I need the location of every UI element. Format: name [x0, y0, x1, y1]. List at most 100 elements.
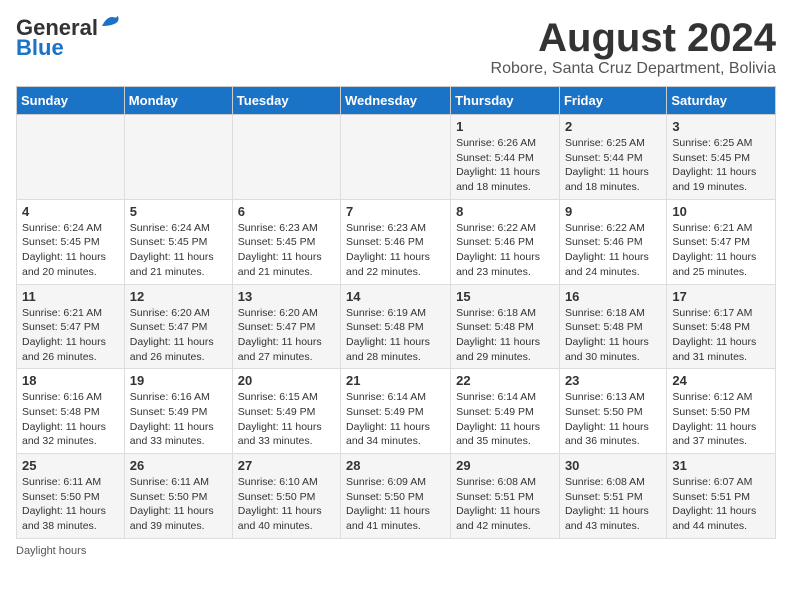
- day-number: 27: [238, 458, 335, 473]
- day-info: Sunrise: 6:24 AM Sunset: 5:45 PM Dayligh…: [130, 221, 227, 280]
- calendar-day-cell: 30Sunrise: 6:08 AM Sunset: 5:51 PM Dayli…: [559, 454, 666, 539]
- logo-bird-icon: [100, 12, 122, 30]
- logo-blue: Blue: [16, 37, 64, 59]
- day-number: 25: [22, 458, 119, 473]
- day-number: 3: [672, 119, 770, 134]
- calendar-day-cell: 23 Sunrise: 6:13 AM Sunset: 5:50 PM Dayli…: [559, 369, 666, 454]
- calendar-day-cell: 11 Sunrise: 6:21 AM Sunset: 5:47 PM Dayli…: [17, 284, 125, 369]
- calendar-day-cell: 10 Sunrise: 6:21 AM Sunset: 5:47 PM Dayli…: [667, 199, 776, 284]
- day-number: 2: [565, 119, 661, 134]
- calendar-day-cell: 31 Sunrise: 6:07 AM Sunset: 5:51 PM Dayli…: [667, 454, 776, 539]
- calendar-day-cell: 28 Sunrise: 6:09 AM Sunset: 5:50 PM Dayli…: [341, 454, 451, 539]
- calendar-day-cell: 26 Sunrise: 6:11 AM Sunset: 5:50 PM Dayli…: [124, 454, 232, 539]
- day-info: Sunrise: 6:07 AM Sunset: 5:51 PM Dayligh…: [672, 475, 770, 534]
- day-number: 26: [130, 458, 227, 473]
- calendar-day-cell: 16 Sunrise: 6:18 AM Sunset: 5:48 PM Dayli…: [559, 284, 666, 369]
- calendar-day-cell: 18 Sunrise: 6:16 AM Sunset: 5:48 PM Dayli…: [17, 369, 125, 454]
- day-info: Sunrise: 6:15 AM Sunset: 5:49 PM Dayligh…: [238, 390, 335, 449]
- calendar-day-cell: 29 Sunrise: 6:08 AM Sunset: 5:51 PM Dayli…: [451, 454, 560, 539]
- day-info: Sunrise: 6:21 AM Sunset: 5:47 PM Dayligh…: [672, 221, 770, 280]
- weekday-header-cell: Tuesday: [232, 87, 340, 115]
- logo: General Blue: [16, 16, 122, 59]
- day-number: 11: [22, 289, 119, 304]
- calendar-day-cell: 24Sunrise: 6:12 AM Sunset: 5:50 PM Dayli…: [667, 369, 776, 454]
- day-number: 5: [130, 204, 227, 219]
- day-number: 6: [238, 204, 335, 219]
- calendar-day-cell: 3 Sunrise: 6:25 AM Sunset: 5:45 PM Daylig…: [667, 115, 776, 200]
- calendar-week-row: 4Sunrise: 6:24 AM Sunset: 5:45 PM Daylig…: [17, 199, 776, 284]
- day-info: Sunrise: 6:12 AM Sunset: 5:50 PM Dayligh…: [672, 390, 770, 449]
- day-number: 9: [565, 204, 661, 219]
- calendar-day-cell: 15 Sunrise: 6:18 AM Sunset: 5:48 PM Dayli…: [451, 284, 560, 369]
- day-info: Sunrise: 6:20 AM Sunset: 5:47 PM Dayligh…: [130, 306, 227, 365]
- calendar-day-cell: 5 Sunrise: 6:24 AM Sunset: 5:45 PM Daylig…: [124, 199, 232, 284]
- day-info: Sunrise: 6:25 AM Sunset: 5:45 PM Dayligh…: [672, 136, 770, 195]
- day-number: 8: [456, 204, 554, 219]
- calendar-week-row: 11 Sunrise: 6:21 AM Sunset: 5:47 PM Dayli…: [17, 284, 776, 369]
- calendar-week-row: 18 Sunrise: 6:16 AM Sunset: 5:48 PM Dayli…: [17, 369, 776, 454]
- day-info: Sunrise: 6:20 AM Sunset: 5:47 PM Dayligh…: [238, 306, 335, 365]
- day-number: 15: [456, 289, 554, 304]
- calendar-day-cell: 19 Sunrise: 6:16 AM Sunset: 5:49 PM Dayli…: [124, 369, 232, 454]
- day-number: 22: [456, 373, 554, 388]
- day-number: 21: [346, 373, 445, 388]
- calendar-day-cell: 9Sunrise: 6:22 AM Sunset: 5:46 PM Daylig…: [559, 199, 666, 284]
- day-info: Sunrise: 6:18 AM Sunset: 5:48 PM Dayligh…: [565, 306, 661, 365]
- day-info: Sunrise: 6:14 AM Sunset: 5:49 PM Dayligh…: [346, 390, 445, 449]
- calendar-day-cell: 25Sunrise: 6:11 AM Sunset: 5:50 PM Dayli…: [17, 454, 125, 539]
- header: General Blue August 2024 Robore, Santa C…: [16, 16, 776, 78]
- day-info: Sunrise: 6:11 AM Sunset: 5:50 PM Dayligh…: [130, 475, 227, 534]
- day-number: 28: [346, 458, 445, 473]
- day-info: Sunrise: 6:16 AM Sunset: 5:48 PM Dayligh…: [22, 390, 119, 449]
- calendar-day-cell: 4Sunrise: 6:24 AM Sunset: 5:45 PM Daylig…: [17, 199, 125, 284]
- calendar-day-cell: 2 Sunrise: 6:25 AM Sunset: 5:44 PM Daylig…: [559, 115, 666, 200]
- day-info: Sunrise: 6:24 AM Sunset: 5:45 PM Dayligh…: [22, 221, 119, 280]
- calendar-day-cell: 20Sunrise: 6:15 AM Sunset: 5:49 PM Dayli…: [232, 369, 340, 454]
- weekday-header-cell: Saturday: [667, 87, 776, 115]
- day-info: Sunrise: 6:16 AM Sunset: 5:49 PM Dayligh…: [130, 390, 227, 449]
- calendar-table: SundayMondayTuesdayWednesdayThursdayFrid…: [16, 86, 776, 539]
- calendar-day-cell: 21 Sunrise: 6:14 AM Sunset: 5:49 PM Dayli…: [341, 369, 451, 454]
- day-info: Sunrise: 6:08 AM Sunset: 5:51 PM Dayligh…: [456, 475, 554, 534]
- calendar-week-row: 25 Sunrise: 6:11 AM Sunset: 5:50 PM Dayli…: [17, 454, 776, 539]
- calendar-day-cell: 12Sunrise: 6:20 AM Sunset: 5:47 PM Dayli…: [124, 284, 232, 369]
- day-number: 14: [346, 289, 445, 304]
- calendar-day-cell: [124, 115, 232, 200]
- weekday-header-cell: Monday: [124, 87, 232, 115]
- calendar-day-cell: [232, 115, 340, 200]
- day-info: Sunrise: 6:14 AM Sunset: 5:49 PM Dayligh…: [456, 390, 554, 449]
- day-info: Sunrise: 6:22 AM Sunset: 5:46 PM Dayligh…: [456, 221, 554, 280]
- calendar-day-cell: 7Sunrise: 6:23 AM Sunset: 5:46 PM Daylig…: [341, 199, 451, 284]
- footer-note: Daylight hours: [16, 545, 776, 557]
- title-area: August 2024 Robore, Santa Cruz Departmen…: [491, 16, 776, 78]
- day-number: 10: [672, 204, 770, 219]
- calendar-day-cell: [17, 115, 125, 200]
- day-info: Sunrise: 6:23 AM Sunset: 5:46 PM Dayligh…: [346, 221, 445, 280]
- calendar-day-cell: 22 Sunrise: 6:14 AM Sunset: 5:49 PM Dayli…: [451, 369, 560, 454]
- weekday-header-cell: Thursday: [451, 87, 560, 115]
- day-info: Sunrise: 6:18 AM Sunset: 5:48 PM Dayligh…: [456, 306, 554, 365]
- day-number: 29: [456, 458, 554, 473]
- day-info: Sunrise: 6:13 AM Sunset: 5:50 PM Dayligh…: [565, 390, 661, 449]
- day-number: 16: [565, 289, 661, 304]
- weekday-header-cell: Sunday: [17, 87, 125, 115]
- day-number: 13: [238, 289, 335, 304]
- day-info: Sunrise: 6:25 AM Sunset: 5:44 PM Dayligh…: [565, 136, 661, 195]
- weekday-header-row: SundayMondayTuesdayWednesdayThursdayFrid…: [17, 87, 776, 115]
- calendar-day-cell: 13 Sunrise: 6:20 AM Sunset: 5:47 PM Dayli…: [232, 284, 340, 369]
- day-number: 31: [672, 458, 770, 473]
- month-year-title: August 2024: [491, 16, 776, 60]
- day-info: Sunrise: 6:08 AM Sunset: 5:51 PM Dayligh…: [565, 475, 661, 534]
- calendar-day-cell: [341, 115, 451, 200]
- day-info: Sunrise: 6:19 AM Sunset: 5:48 PM Dayligh…: [346, 306, 445, 365]
- day-number: 17: [672, 289, 770, 304]
- calendar-day-cell: 1Sunrise: 6:26 AM Sunset: 5:44 PM Daylig…: [451, 115, 560, 200]
- calendar-day-cell: 17 Sunrise: 6:17 AM Sunset: 5:48 PM Dayli…: [667, 284, 776, 369]
- day-info: Sunrise: 6:21 AM Sunset: 5:47 PM Dayligh…: [22, 306, 119, 365]
- location-subtitle: Robore, Santa Cruz Department, Bolivia: [491, 60, 776, 78]
- day-info: Sunrise: 6:09 AM Sunset: 5:50 PM Dayligh…: [346, 475, 445, 534]
- day-number: 18: [22, 373, 119, 388]
- day-number: 19: [130, 373, 227, 388]
- day-number: 23: [565, 373, 661, 388]
- day-info: Sunrise: 6:17 AM Sunset: 5:48 PM Dayligh…: [672, 306, 770, 365]
